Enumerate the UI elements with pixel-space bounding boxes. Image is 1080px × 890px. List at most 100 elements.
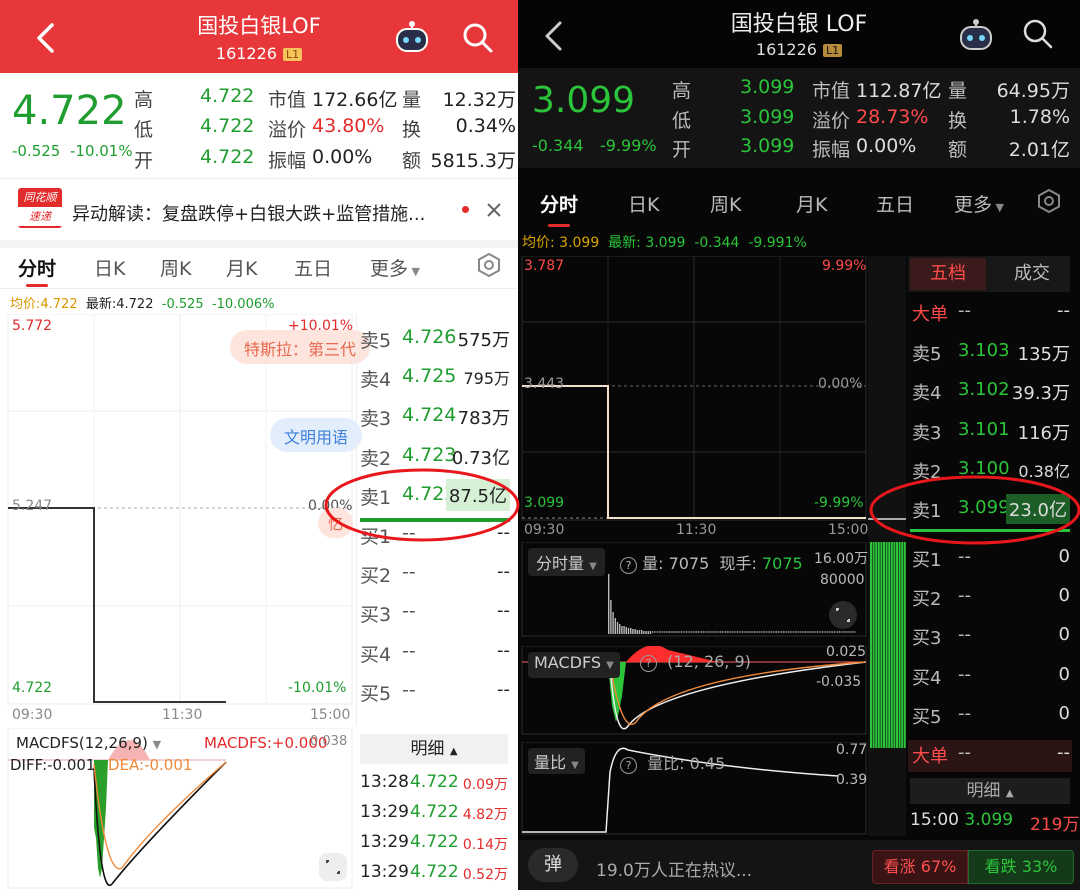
ask-row[interactable]: 卖3 3.101 116万 — [908, 417, 1072, 449]
left-macd-chart[interactable] — [0, 728, 356, 890]
left-time-end: 15:00 — [310, 707, 351, 723]
news-bubble-2[interactable]: 忆 — [318, 508, 354, 538]
bid-row[interactable]: 买3 -- -- — [358, 598, 514, 630]
ask-row[interactable]: 卖4 3.102 39.3万 — [908, 377, 1072, 409]
robot-assistant-icon[interactable] — [394, 20, 430, 54]
left-panel: 国投白银LOF 161226 L1 4.722 -0.525 -10.01% 高4… — [0, 0, 518, 890]
ask-row[interactable]: 卖5 3.103 135万 — [908, 338, 1072, 370]
help-icon[interactable]: ? — [620, 757, 637, 774]
settings-icon[interactable] — [1036, 188, 1062, 214]
tab-0[interactable]: 分时 — [18, 254, 56, 281]
quote-value: 3.099 — [740, 135, 795, 157]
macd-label-text: MACDFS — [534, 653, 602, 672]
bid-row[interactable]: 买4 -- 0 — [908, 662, 1072, 694]
search-icon[interactable] — [462, 22, 494, 54]
level-volume: 0 — [1058, 624, 1070, 645]
left-header: 国投白银LOF 161226 L1 — [0, 0, 518, 73]
tab-1[interactable]: 日K — [628, 190, 659, 217]
bid-row[interactable]: 买1 -- 0 — [908, 544, 1072, 576]
tab-2[interactable]: 周K — [710, 190, 741, 217]
tab-4[interactable]: 五日 — [876, 190, 914, 217]
left-code: 161226 L1 — [0, 44, 518, 63]
close-icon[interactable] — [486, 202, 502, 218]
ask-row[interactable]: 卖3 4.724 783万 — [358, 402, 514, 434]
news-text[interactable]: 异动解读：复盘跌停+白银大跌+监管措施... — [72, 200, 425, 226]
expand-icon[interactable] — [828, 600, 858, 630]
news-bubble[interactable]: 特斯拉：第三代 — [230, 330, 371, 364]
danmu-button[interactable]: 弹 — [528, 848, 578, 882]
quote-value: 2.01亿 — [1008, 139, 1070, 161]
tab-3[interactable]: 月K — [796, 190, 827, 217]
big-order-row[interactable]: 大单 -- -- — [908, 740, 1072, 772]
level-label: 买3 — [912, 628, 942, 649]
bid-row[interactable]: 买2 -- -- — [358, 559, 514, 591]
big-order-row[interactable]: 大单 -- -- — [908, 298, 1072, 330]
volume-value: 量: 7075 — [642, 554, 710, 573]
ask-row[interactable]: 卖4 4.725 795万 — [358, 363, 514, 395]
help-icon[interactable]: ? — [640, 655, 657, 672]
volume-bar — [735, 631, 737, 633]
volume-bar — [774, 631, 776, 633]
expand-icon[interactable] — [318, 852, 348, 882]
tab-trades[interactable]: 成交 — [994, 258, 1070, 290]
left-detail-header[interactable]: 明细 ▲ — [360, 734, 508, 764]
ask-row[interactable]: 卖2 3.100 0.38亿 — [908, 456, 1072, 488]
bid-row[interactable]: 买5 -- -- — [358, 677, 514, 709]
right-y-mid: 3.443 — [524, 376, 565, 392]
tab-4[interactable]: 五日 — [294, 254, 332, 281]
bid-row[interactable]: 买4 -- -- — [358, 638, 514, 670]
robot-assistant-icon[interactable] — [958, 18, 994, 52]
volume-bar — [810, 631, 812, 633]
search-icon[interactable] — [1022, 18, 1054, 50]
volume-bar — [610, 600, 612, 634]
ask-row[interactable]: 卖1 3.099 23.0亿 — [908, 494, 1072, 527]
ask-row[interactable]: 卖5 4.726 575万 — [358, 324, 514, 356]
settings-icon[interactable] — [476, 252, 502, 278]
left-macd-label[interactable]: MACDFS(12,26,9) ▼ — [16, 734, 161, 752]
tab-five-levels[interactable]: 五档 — [910, 258, 986, 290]
quote-label: 换 — [402, 119, 422, 141]
bid-row[interactable]: 买2 -- 0 — [908, 583, 1072, 615]
left-code-text: 161226 — [215, 44, 277, 63]
bid-row[interactable]: 买1 -- -- — [358, 520, 514, 552]
right-code-text: 161226 — [755, 40, 817, 59]
ask-row[interactable]: 卖2 4.723 0.73亿 — [358, 442, 514, 474]
tab-5[interactable]: 更多 ▼ — [954, 190, 1004, 217]
bid-row[interactable]: 买5 -- 0 — [908, 701, 1072, 733]
tab-5[interactable]: 更多 ▼ — [370, 254, 420, 281]
tip-bubble[interactable]: 文明用语 — [270, 418, 363, 452]
left-price-chart[interactable] — [0, 314, 356, 734]
right-detail-header[interactable]: 明细 ▲ — [910, 778, 1070, 804]
quote-label: 额 — [402, 150, 422, 172]
volume-bar — [663, 631, 665, 633]
help-icon[interactable]: ? — [620, 557, 637, 574]
volume-bar — [847, 631, 849, 633]
right-volume-label[interactable]: 分时量 ▼ — [528, 548, 605, 576]
level-volume: 135万 — [1017, 344, 1070, 365]
bullish-button[interactable]: 看涨 67% — [872, 850, 968, 884]
left-change: -0.525 — [12, 142, 61, 160]
tab-0[interactable]: 分时 — [540, 190, 578, 217]
bid-row[interactable]: 买3 -- 0 — [908, 622, 1072, 654]
dropdown-icon: ▼ — [408, 265, 420, 278]
tab-2[interactable]: 周K — [160, 254, 191, 281]
volume-bar — [696, 631, 698, 633]
right-code: 161226 L1 — [518, 40, 1080, 59]
quote-label: 高 — [672, 80, 692, 102]
volume-bar — [645, 631, 647, 634]
bearish-button[interactable]: 看跌 33% — [968, 850, 1074, 884]
ask-row[interactable]: 卖1 4.722 87.5亿 — [358, 478, 514, 513]
discuss-text[interactable]: 19.0万人正在热议... — [596, 856, 752, 881]
quote-label: 额 — [948, 139, 968, 161]
volume-bar — [614, 618, 616, 634]
tab-1[interactable]: 日K — [94, 254, 125, 281]
tab-3[interactable]: 月K — [226, 254, 257, 281]
volume-bar — [772, 631, 774, 633]
right-price-chart[interactable] — [518, 256, 868, 522]
detail-vol: 4.82万 — [462, 807, 508, 823]
level-price: 4.726 — [402, 326, 457, 348]
tab-label: 日K — [94, 258, 126, 280]
right-ratio-label[interactable]: 量比 ▼ — [528, 748, 585, 774]
right-macd-label[interactable]: MACDFS ▼ — [528, 652, 620, 678]
volume-bar — [643, 631, 645, 634]
